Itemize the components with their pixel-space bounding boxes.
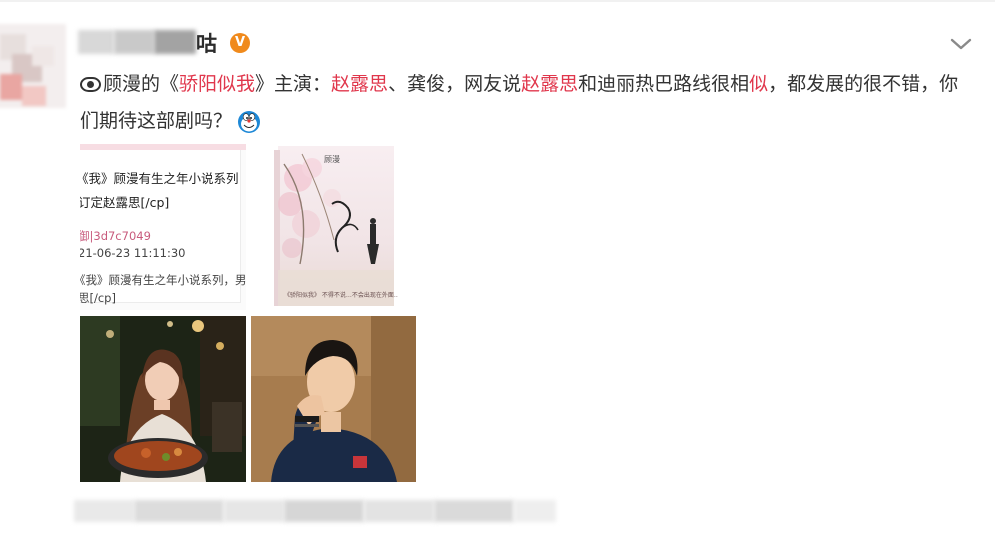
- book-cover-image[interactable]: 顾漫 《骄阳似我》 不得不说…不会出现在外面…: [272, 144, 398, 310]
- text-segment: 顾漫的《: [103, 73, 180, 95]
- woman-photo-art: [80, 316, 246, 482]
- post-text: 顾漫的《骄阳似我》主演：赵露思、龚俊，网友说赵露思和迪丽热巴路线很相似，都发展的…: [80, 66, 960, 140]
- username-blurred[interactable]: [78, 24, 202, 58]
- screenshot-line: 《我》顾漫有生之年小说系列: [80, 171, 239, 186]
- screenshot-image[interactable]: 《我》顾漫有生之年小说系列 订定赵露思[/cp] 御|3d7c7049 21-0…: [80, 144, 246, 310]
- avatar[interactable]: [0, 24, 66, 108]
- book-cover-art: [272, 144, 398, 310]
- text-segment: 和迪丽热巴路线很相: [578, 73, 750, 95]
- verified-badge-icon: V: [230, 33, 250, 53]
- top-divider: [0, 0, 995, 2]
- eye-emoji-icon: [80, 77, 101, 92]
- man-photo[interactable]: [251, 316, 416, 482]
- username-visible-part[interactable]: 咕: [196, 28, 218, 58]
- screenshot-line: 御|3d7c7049: [80, 229, 151, 243]
- screenshot-line: 21-06-23 11:11:30: [80, 246, 186, 260]
- chevron-down-icon[interactable]: [948, 34, 974, 54]
- screenshot-line: 订定赵露思[/cp]: [80, 195, 170, 210]
- text-segment: 、龚俊，网友说: [388, 73, 522, 95]
- book-title-link[interactable]: 骄阳似我: [179, 73, 255, 95]
- book-tagline: 《骄阳似我》 不得不说…不会出现在外面…: [284, 292, 398, 299]
- text-segment: 》主演：: [255, 73, 332, 95]
- screenshot-line: 思[/cp]: [80, 291, 116, 305]
- man-photo-art: [251, 316, 416, 482]
- doraemon-emoji-icon: [238, 110, 261, 133]
- actress-link-repeat[interactable]: 赵露思: [521, 73, 578, 95]
- book-author: 顾漫: [324, 155, 340, 164]
- actress-link[interactable]: 赵露思: [331, 73, 388, 95]
- screenshot-card: 《我》顾漫有生之年小说系列 订定赵露思[/cp] 御|3d7c7049 21-0…: [80, 150, 246, 305]
- keyword-link[interactable]: 似: [749, 73, 768, 95]
- screenshot-line: 《我》顾漫有生之年小说系列，男主: [80, 273, 246, 287]
- woman-photo[interactable]: [80, 316, 246, 482]
- footer-blurred: [74, 494, 556, 526]
